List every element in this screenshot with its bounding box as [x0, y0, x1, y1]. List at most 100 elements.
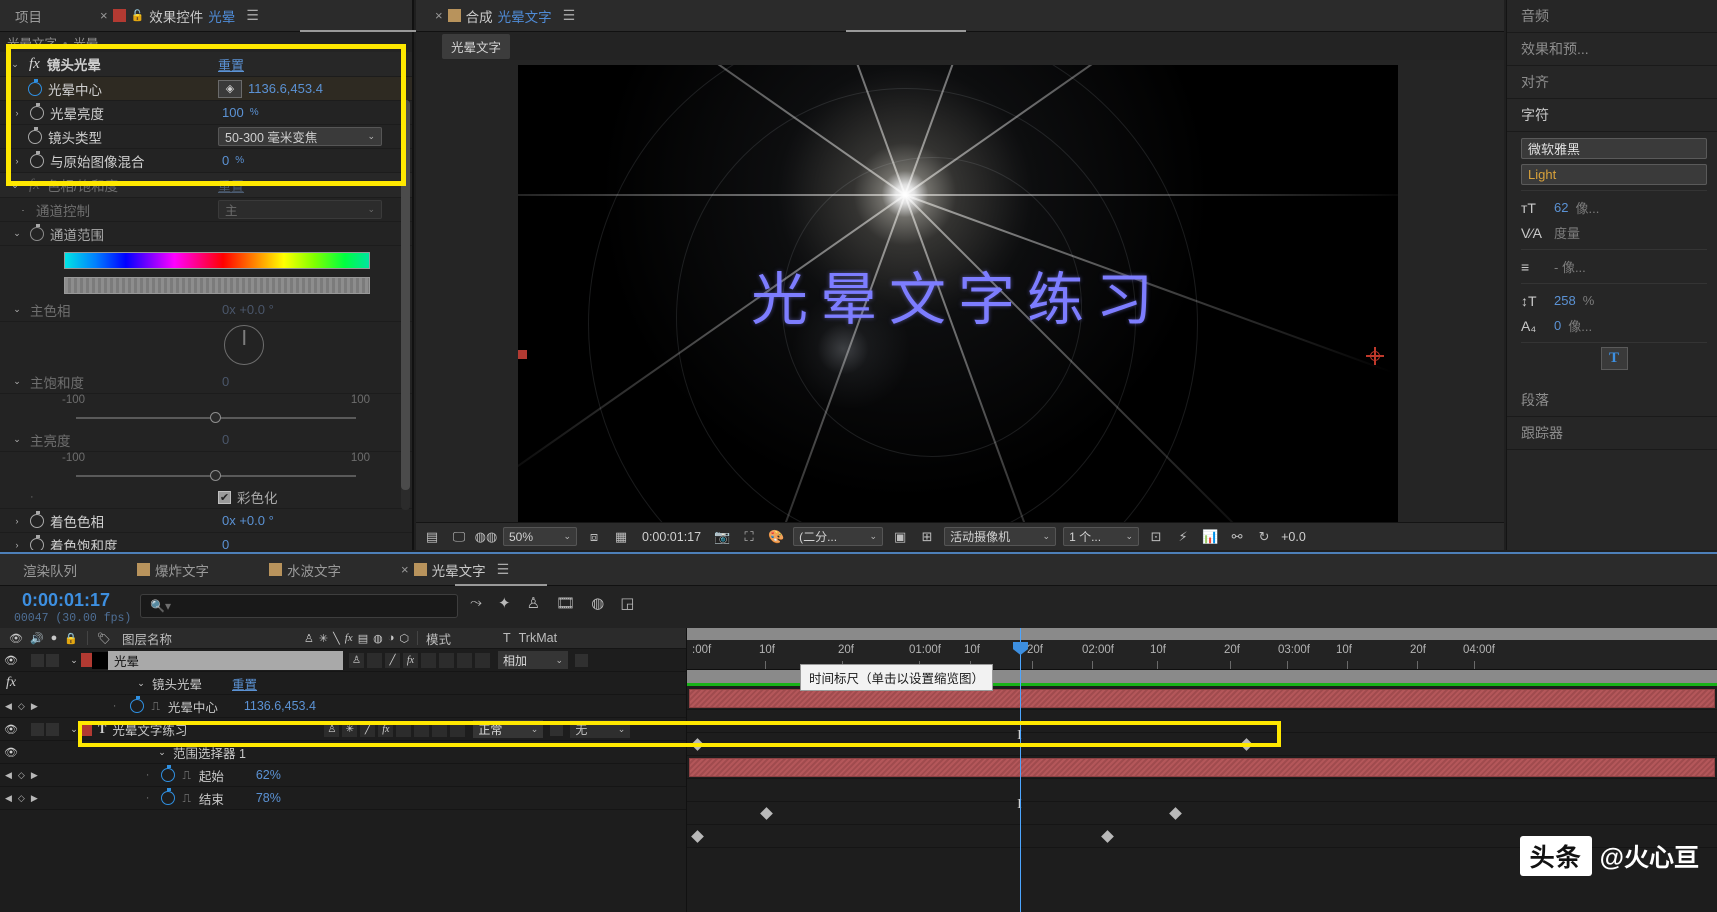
preserve-transparency-toggle[interactable] — [550, 722, 564, 736]
fast-preview-icon[interactable]: ⚡ — [1173, 528, 1193, 546]
graph-editor-set-icon[interactable]: ⎍ — [182, 768, 190, 783]
previous-keyframe-icon[interactable]: ◀ — [5, 770, 12, 781]
baseline-shift-row[interactable]: A₄ 0 像... — [1521, 313, 1707, 338]
leading-row[interactable]: ≡ - 像... — [1521, 254, 1707, 279]
motion-blur-icon[interactable]: ◍ — [591, 594, 604, 612]
chevron-down-icon[interactable]: ⌄ — [10, 434, 24, 445]
chevron-down-icon[interactable]: ⌄ — [67, 655, 81, 666]
hue-gradient-bar[interactable] — [64, 252, 370, 269]
param-value-flare-center[interactable]: 1136.6,453.4 — [248, 81, 323, 96]
close-icon[interactable]: × — [401, 562, 409, 577]
table-row[interactable]: fx ⌄ 镜头光晕 重置 — [0, 672, 686, 695]
hue-dial[interactable] — [224, 325, 264, 365]
composition-canvas[interactable]: 光晕文字练习 — [518, 65, 1398, 525]
layer-duration-bar[interactable] — [689, 758, 1715, 777]
adjustment-icon[interactable] — [432, 721, 448, 737]
audio-toggle[interactable] — [31, 722, 44, 736]
monitor-icon[interactable]: 🖵 — [449, 528, 469, 546]
camera-select[interactable]: 活动摄像机 ⌄ — [944, 527, 1057, 546]
grid-guides-icon[interactable]: ⊞ — [917, 528, 937, 546]
graph-editor-icon[interactable]: ◲ — [620, 594, 634, 612]
chevron-down-icon[interactable]: ⌄ — [134, 678, 148, 689]
close-icon[interactable]: × — [435, 8, 443, 23]
param-row-colorize-hue[interactable]: › 着色色相 0x +0.0 ° — [0, 509, 412, 533]
timeline-row-flare-center[interactable] — [687, 733, 1717, 756]
font-size-value[interactable]: 62 — [1554, 200, 1568, 215]
eye-icon[interactable]: 👁 — [0, 654, 22, 667]
property-value[interactable]: 62% — [256, 768, 281, 782]
chevron-down-icon[interactable]: ⌄ — [10, 228, 24, 239]
add-keyframe-icon[interactable]: ◇ — [18, 701, 25, 712]
param-row-master-lightness[interactable]: ⌄ 主亮度 0 — [0, 428, 412, 452]
hide-shy-layers-icon[interactable]: ♙ — [527, 594, 540, 612]
dropdown-channel-control[interactable]: 主 ⌄ — [218, 200, 382, 219]
audio-icon[interactable]: 🔊 — [30, 632, 44, 645]
dock-tab-character[interactable]: 字符 — [1507, 99, 1717, 132]
timeline-row-range-selector[interactable] — [687, 779, 1717, 802]
stopwatch-icon[interactable] — [30, 223, 44, 241]
pixel-aspect-icon[interactable]: ⊡ — [1146, 528, 1166, 546]
keyframe-marker[interactable] — [691, 830, 704, 843]
table-row[interactable]: ◀ ◇ ▶ · ⎍ 起始 62% — [0, 764, 686, 787]
stopwatch-icon[interactable] — [30, 102, 44, 120]
effect-header-hue-saturation[interactable]: ⌄ fx 色相/饱和度 重置 — [0, 173, 412, 198]
chevron-down-icon[interactable]: ⌄ — [67, 724, 81, 735]
font-family-select[interactable]: 微软雅黑 — [1521, 138, 1707, 159]
flare-center-control-point[interactable] — [1366, 347, 1384, 365]
font-style-select[interactable]: Light — [1521, 164, 1707, 185]
frame-blend-icon[interactable] — [421, 652, 436, 668]
motion-blur-icon[interactable] — [414, 721, 430, 737]
chevron-right-icon[interactable]: › — [10, 108, 24, 118]
current-timecode[interactable]: 0:00:01:17 — [22, 590, 110, 611]
add-keyframe-icon[interactable]: ◇ — [18, 793, 25, 804]
frame-blend-icon[interactable] — [396, 721, 412, 737]
param-value-colorize-hue[interactable]: 0x +0.0 ° — [222, 513, 274, 528]
blend-mode-select[interactable]: 相加 ⌄ — [498, 651, 568, 669]
keyframe-marker[interactable] — [691, 738, 704, 751]
slider-master-lightness[interactable] — [76, 470, 356, 482]
faux-bold-button[interactable]: T — [1600, 347, 1628, 370]
hamburger-icon[interactable]: ☰ — [246, 7, 259, 24]
zoom-select[interactable]: 50% ⌄ — [503, 527, 577, 546]
hamburger-icon[interactable]: ☰ — [497, 561, 510, 578]
show-snapshot-icon[interactable]: ⛶ — [739, 528, 759, 546]
keyframe-navigator[interactable]: ◀ ◇ ▶ — [0, 770, 38, 781]
font-size-row[interactable]: ᴛT 62 像... — [1521, 195, 1707, 220]
layer-name-cell[interactable]: 光晕文字练习 — [106, 720, 318, 739]
timeline-row-layer-text[interactable] — [687, 756, 1717, 779]
shy-icon[interactable]: ♙ — [304, 632, 314, 645]
effect-header-lens-flare[interactable]: ⌄ fx 镜头光晕 重置 — [0, 52, 412, 77]
hamburger-icon[interactable]: ☰ — [563, 7, 576, 24]
layer-color-chip[interactable] — [81, 722, 92, 736]
collapse-icon[interactable]: ✳ — [319, 632, 328, 645]
param-row-lens-type[interactable]: 镜头类型 50-300 毫米变焦 ⌄ — [0, 125, 412, 149]
slider-master-saturation[interactable] — [76, 412, 356, 424]
region-of-interest-icon[interactable]: ⧈ — [584, 528, 604, 546]
quality-icon[interactable]: ╱ — [385, 652, 400, 668]
shy-icon[interactable]: ♙ — [349, 652, 364, 668]
tab-composition[interactable]: × 合成 光晕文字 ☰ — [426, 0, 584, 32]
keyframe-marker[interactable] — [1169, 807, 1182, 820]
effects-icon[interactable]: fx — [378, 721, 394, 737]
previous-keyframe-icon[interactable]: ◀ — [5, 701, 12, 712]
comp-mini-flowchart-icon[interactable]: ⤳ — [470, 594, 482, 612]
quality-icon[interactable]: ╲ — [333, 632, 340, 645]
close-icon[interactable]: × — [100, 8, 108, 23]
property-value[interactable]: 78% — [256, 791, 281, 805]
collapse-icon[interactable] — [367, 652, 382, 668]
blend-mode-select[interactable]: 正常 ⌄ — [473, 720, 544, 738]
dock-tab-audio[interactable]: 音频 — [1507, 0, 1717, 33]
stopwatch-icon[interactable] — [30, 510, 44, 528]
frame-blend-icon[interactable]: ▤ — [358, 632, 368, 645]
three-d-layer-icon[interactable]: ⬡ — [399, 632, 409, 645]
resolution-select[interactable]: (二分... ⌄ — [793, 527, 884, 546]
previous-keyframe-icon[interactable]: ◀ — [5, 793, 12, 804]
stopwatch-icon[interactable] — [30, 534, 44, 550]
tab-comp-explosion-text[interactable]: 爆炸文字 — [128, 554, 218, 586]
breadcrumb-comp[interactable]: 光晕文字 — [7, 37, 57, 51]
breadcrumb-layer[interactable]: 光晕 — [73, 37, 98, 51]
tab-comp-water-text[interactable]: 水波文字 — [260, 554, 350, 586]
dock-tab-effects-presets[interactable]: 效果和预... — [1507, 33, 1717, 66]
add-keyframe-icon[interactable]: ◇ — [18, 770, 25, 781]
layers-icon[interactable]: ▤ — [422, 528, 442, 546]
